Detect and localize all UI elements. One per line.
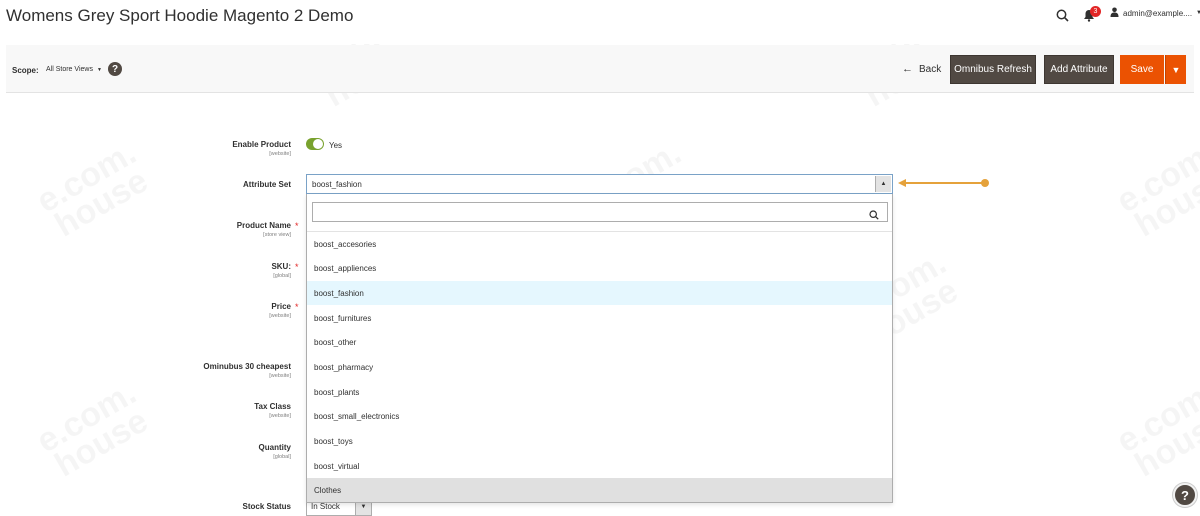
price-scope: [website]	[269, 313, 291, 319]
omnibus-scope: [website]	[269, 373, 291, 379]
search-icon[interactable]	[869, 207, 879, 225]
annotation-dot	[981, 179, 989, 187]
help-bubble-button[interactable]: ?	[1173, 483, 1197, 507]
add-attribute-button[interactable]: Add Attribute	[1044, 55, 1114, 84]
watermark-logo: e.com.house	[1112, 377, 1200, 483]
product-name-scope: [store view]	[263, 232, 291, 238]
page-title: Womens Grey Sport Hoodie Magento 2 Demo	[6, 6, 354, 25]
toggle-knob	[313, 139, 323, 149]
user-icon	[1110, 7, 1119, 19]
attribute-set-option[interactable]: boost_pharmacy	[307, 355, 892, 379]
back-label: Back	[919, 63, 942, 75]
tax-class-scope: [website]	[269, 413, 291, 419]
page-header: Womens Grey Sport Hoodie Magento 2 Demo …	[0, 0, 1200, 44]
admin-user-menu[interactable]: admin@example.... ▼	[1110, 7, 1200, 19]
attribute-set-dropdown: boost_accesories boost_appliences boost_…	[306, 194, 893, 503]
page-actions-toolbar: Scope: All Store Views ▼ ? ← Back Omnibu…	[6, 45, 1194, 93]
attribute-set-option-hovered[interactable]: Clothes	[307, 478, 892, 502]
attribute-set-option[interactable]: boost_accesories	[307, 232, 892, 256]
stock-status-value: In Stock	[311, 502, 340, 511]
chevron-down-icon: ▼	[96, 66, 102, 73]
attribute-set-select[interactable]: boost_fashion ▲	[306, 174, 893, 194]
save-options-toggle[interactable]: ▼	[1165, 55, 1186, 84]
admin-username: admin@example....	[1123, 8, 1193, 18]
chevron-up-icon[interactable]: ▲	[875, 176, 891, 192]
arrow-left-icon: ←	[902, 63, 913, 75]
enable-product-scope: [website]	[269, 151, 291, 157]
quantity-label: Quantity	[258, 443, 291, 452]
scope-label: Scope:	[12, 66, 39, 75]
save-button[interactable]: Save	[1120, 55, 1164, 84]
attribute-set-option[interactable]: boost_appliences	[307, 256, 892, 280]
attribute-set-option[interactable]: boost_virtual	[307, 454, 892, 478]
price-label: Price	[271, 302, 291, 311]
enable-product-value: Yes	[329, 141, 343, 150]
attribute-set-label: Attribute Set	[243, 180, 291, 189]
scope-value: All Store Views	[46, 66, 93, 73]
attribute-set-search-wrapper	[312, 202, 888, 222]
attribute-set-search-input[interactable]	[313, 203, 863, 221]
omnibus-label: Ominubus 30 cheapest	[203, 362, 291, 371]
required-asterisk: *	[295, 262, 299, 272]
back-button[interactable]: ← Back	[902, 63, 941, 75]
watermark-logo: e.com.house	[32, 137, 155, 243]
required-asterisk: *	[295, 221, 299, 231]
required-asterisk: *	[295, 302, 299, 312]
product-name-label: Product Name	[236, 221, 291, 230]
attribute-set-option-selected[interactable]: boost_fashion	[307, 281, 892, 305]
attribute-set-value: boost_fashion	[312, 180, 362, 189]
watermark-logo: e.com.house	[32, 377, 155, 483]
search-icon[interactable]	[1053, 6, 1071, 24]
sku-scope: [global]	[273, 273, 291, 279]
attribute-set-option[interactable]: boost_small_electronics	[307, 404, 892, 428]
notification-count-badge: 3	[1090, 6, 1101, 17]
attribute-set-option[interactable]: boost_toys	[307, 429, 892, 453]
quantity-scope: [global]	[273, 454, 291, 460]
enable-product-label: Enable Product	[232, 140, 291, 149]
scope-switcher[interactable]: All Store Views ▼	[46, 66, 102, 73]
attribute-set-option[interactable]: boost_other	[307, 330, 892, 354]
watermark-logo: e.com.house	[1112, 137, 1200, 243]
chevron-down-icon: ▼	[1196, 10, 1200, 16]
scope-help-icon[interactable]: ?	[108, 62, 122, 76]
sku-label: SKU:	[271, 262, 291, 271]
attribute-set-option[interactable]: boost_plants	[307, 380, 892, 404]
stock-status-label: Stock Status	[242, 502, 291, 511]
tax-class-label: Tax Class	[254, 402, 291, 411]
attribute-set-option[interactable]: boost_furnitures	[307, 306, 892, 330]
omnibus-refresh-button[interactable]: Omnibus Refresh	[950, 55, 1036, 84]
chevron-down-icon: ▼	[1171, 64, 1181, 75]
annotation-arrow-line	[905, 182, 985, 184]
enable-product-toggle[interactable]	[306, 138, 324, 150]
